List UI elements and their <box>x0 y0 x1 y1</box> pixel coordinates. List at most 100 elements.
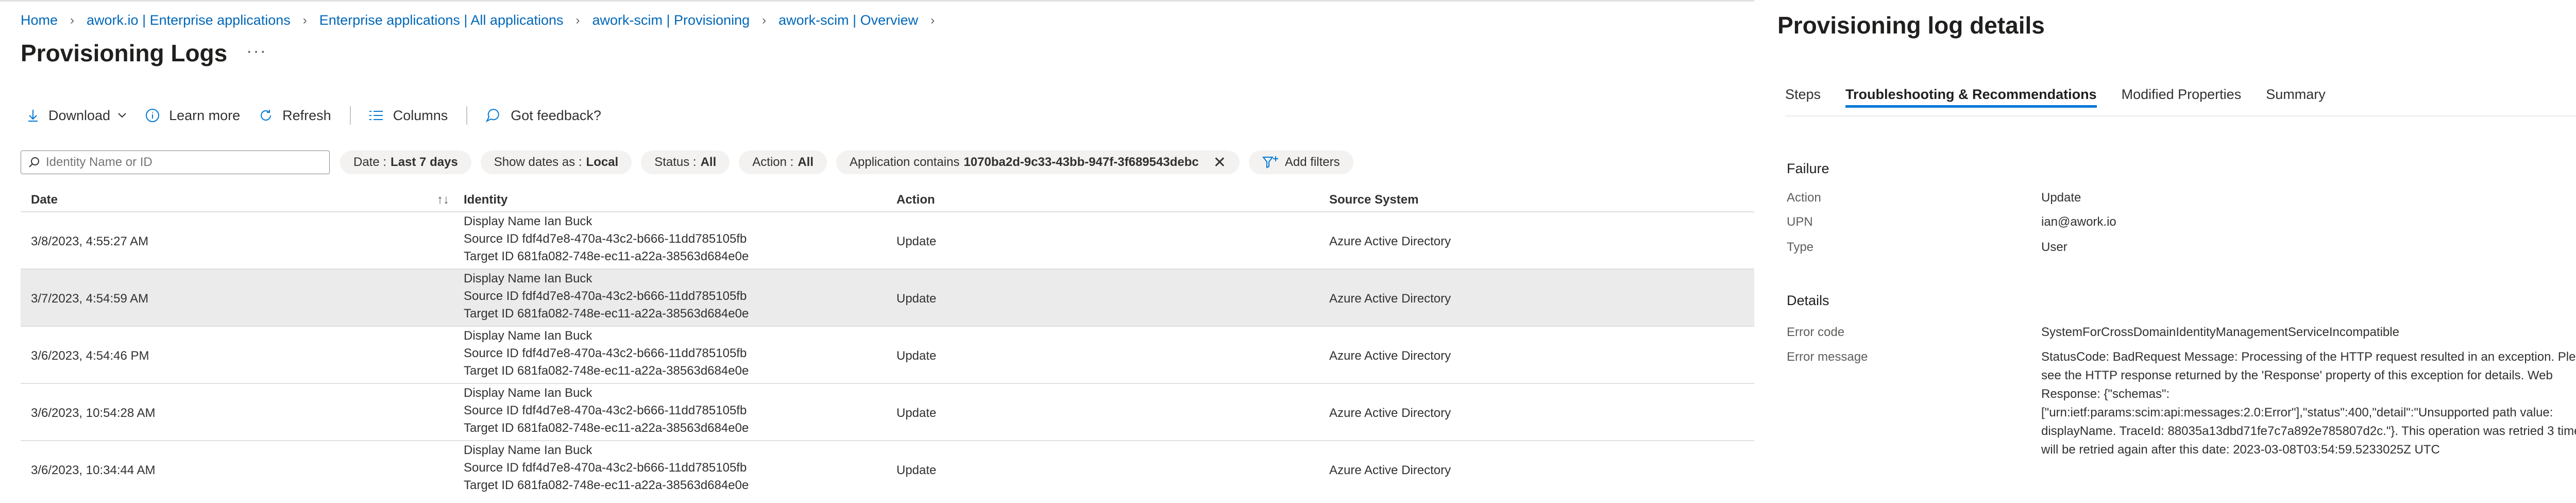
chevron-right-icon: › <box>575 13 580 27</box>
identity-target-id: Target ID 681fa082-748e-ec11-a22a-38563d… <box>464 364 749 378</box>
application-filter-pill[interactable]: Application contains 1070ba2d-9c33-43bb-… <box>836 150 1240 174</box>
row-date: 3/8/2023, 4:55:27 AM <box>31 234 149 248</box>
row-action: Update <box>896 406 937 420</box>
refresh-button[interactable]: Refresh <box>259 108 331 124</box>
column-header-identity[interactable]: Identity <box>464 193 507 207</box>
columns-button[interactable]: Columns <box>368 108 448 124</box>
row-source-system: Azure Active Directory <box>1329 292 1451 306</box>
show-dates-filter-pill[interactable]: Show dates as : Local <box>480 150 632 174</box>
row-action: Update <box>896 234 937 248</box>
breadcrumb-home[interactable]: Home <box>21 12 58 28</box>
error-code-key: Error code <box>1787 325 1845 339</box>
row-date: 3/6/2023, 10:34:44 AM <box>31 463 156 477</box>
identity-source-id: Source ID fdf4d7e8-470a-43c2-b666-11dd78… <box>464 232 747 246</box>
column-header-source-system[interactable]: Source System <box>1329 193 1418 207</box>
error-message-value: StatusCode: BadRequest Message: Processi… <box>2041 350 2576 457</box>
column-header-date[interactable]: Date <box>31 193 58 207</box>
application-filter-value: 1070ba2d-9c33-43bb-947f-3f689543debc <box>963 155 1199 169</box>
action-filter-value: All <box>798 155 814 169</box>
search-box <box>21 150 330 174</box>
failure-action-key: Action <box>1787 191 1821 205</box>
search-icon <box>29 157 39 167</box>
tab-steps[interactable]: Steps <box>1785 87 1821 103</box>
breadcrumb-enterprise-apps[interactable]: awork.io | Enterprise applications <box>87 12 291 28</box>
application-filter-label: Application contains <box>849 155 960 169</box>
learn-more-button[interactable]: Learn more <box>145 108 240 124</box>
more-options-button[interactable]: ··· <box>246 41 267 61</box>
panel-tabs: Steps Troubleshooting & Recommendations … <box>1785 87 2350 108</box>
row-identity: Display Name Ian Buck Source ID fdf4d7e8… <box>464 327 749 380</box>
command-bar: Download Learn more Refresh Columns Got … <box>27 106 620 125</box>
search-input[interactable] <box>46 155 314 170</box>
breadcrumb-all-applications[interactable]: Enterprise applications | All applicatio… <box>319 12 564 28</box>
show-dates-filter-label: Show dates as : <box>494 155 582 169</box>
row-identity: Display Name Ian Buck Source ID fdf4d7e8… <box>464 213 749 265</box>
add-filter-icon <box>1262 156 1278 169</box>
add-filters-button[interactable]: Add filters <box>1248 150 1353 174</box>
table-row[interactable]: 3/8/2023, 4:55:27 AM Display Name Ian Bu… <box>21 212 1754 270</box>
table-row[interactable]: 3/6/2023, 4:54:46 PM Display Name Ian Bu… <box>21 327 1754 384</box>
status-filter-label: Status : <box>654 155 697 169</box>
tab-summary[interactable]: Summary <box>2266 87 2326 103</box>
breadcrumb: Home › awork.io | Enterprise application… <box>21 12 947 28</box>
action-filter-pill[interactable]: Action : All <box>739 150 827 174</box>
failure-type-value: User <box>2041 240 2067 254</box>
chevron-right-icon: › <box>302 13 307 27</box>
row-source-system: Azure Active Directory <box>1329 463 1451 477</box>
sort-icon[interactable]: ↑↓ <box>437 193 449 207</box>
page-title: Provisioning Logs <box>21 40 228 66</box>
details-panel: Provisioning log details ✕ Steps Trouble… <box>1754 0 2576 503</box>
identity-target-id: Target ID 681fa082-748e-ec11-a22a-38563d… <box>464 249 749 263</box>
status-filter-pill[interactable]: Status : All <box>641 150 730 174</box>
chevron-down-icon <box>118 113 126 118</box>
row-action: Update <box>896 463 937 477</box>
row-action: Update <box>896 292 937 306</box>
chevron-right-icon: › <box>930 13 935 27</box>
chevron-right-icon: › <box>762 13 767 27</box>
close-icon[interactable]: ✕ <box>1213 154 1226 172</box>
feedback-label: Got feedback? <box>511 107 601 123</box>
refresh-label: Refresh <box>282 107 331 123</box>
download-button[interactable]: Download <box>27 108 127 124</box>
filter-bar: Date : Last 7 days Show dates as : Local… <box>21 150 1363 174</box>
failure-upn-key: UPN <box>1787 215 1813 229</box>
error-code-value: SystemForCrossDomainIdentityManagementSe… <box>2041 325 2399 339</box>
provisioning-logs-blade: Home › awork.io | Enterprise application… <box>0 0 1754 503</box>
action-filter-label: Action : <box>752 155 794 169</box>
identity-display-name: Display Name Ian Buck <box>464 386 592 400</box>
columns-label: Columns <box>393 107 448 123</box>
error-message-key: Error message <box>1787 350 1868 364</box>
table-row[interactable]: 3/6/2023, 10:34:44 AM Display Name Ian B… <box>21 441 1754 498</box>
identity-source-id: Source ID fdf4d7e8-470a-43c2-b666-11dd78… <box>464 346 747 360</box>
identity-target-id: Target ID 681fa082-748e-ec11-a22a-38563d… <box>464 478 749 492</box>
tab-troubleshooting[interactable]: Troubleshooting & Recommendations <box>1845 87 2097 108</box>
feedback-button[interactable]: Got feedback? <box>485 108 601 124</box>
failure-action-value: Update <box>2041 191 2081 205</box>
identity-target-id: Target ID 681fa082-748e-ec11-a22a-38563d… <box>464 307 749 321</box>
identity-display-name: Display Name Ian Buck <box>464 443 592 457</box>
breadcrumb-overview[interactable]: awork-scim | Overview <box>778 12 918 28</box>
table-row-selected[interactable]: 3/7/2023, 4:54:59 AM Display Name Ian Bu… <box>21 270 1754 327</box>
toolbar-divider <box>466 106 468 125</box>
identity-display-name: Display Name Ian Buck <box>464 272 592 286</box>
columns-icon <box>369 111 383 120</box>
tab-modified-properties[interactable]: Modified Properties <box>2122 87 2242 103</box>
row-date: 3/6/2023, 10:54:28 AM <box>31 406 156 420</box>
date-filter-value: Last 7 days <box>391 155 458 169</box>
row-identity: Display Name Ian Buck Source ID fdf4d7e8… <box>464 384 749 437</box>
identity-display-name: Display Name Ian Buck <box>464 214 592 228</box>
learn-more-label: Learn more <box>169 107 241 123</box>
date-filter-pill[interactable]: Date : Last 7 days <box>340 150 471 174</box>
breadcrumb-provisioning[interactable]: awork-scim | Provisioning <box>592 12 750 28</box>
row-action: Update <box>896 349 937 363</box>
table-row[interactable]: 3/6/2023, 10:54:28 AM Display Name Ian B… <box>21 384 1754 441</box>
column-header-action[interactable]: Action <box>896 193 935 207</box>
identity-target-id: Target ID 681fa082-748e-ec11-a22a-38563d… <box>464 421 749 435</box>
logs-table: Date ↑↓ Identity Action Source System 3/… <box>21 188 1754 498</box>
identity-source-id: Source ID fdf4d7e8-470a-43c2-b666-11dd78… <box>464 461 747 475</box>
failure-section-title: Failure <box>1787 161 1829 176</box>
row-source-system: Azure Active Directory <box>1329 406 1451 420</box>
row-date: 3/6/2023, 4:54:46 PM <box>31 349 149 363</box>
failure-upn-value: ian@awork.io <box>2041 215 2116 229</box>
identity-source-id: Source ID fdf4d7e8-470a-43c2-b666-11dd78… <box>464 289 747 303</box>
